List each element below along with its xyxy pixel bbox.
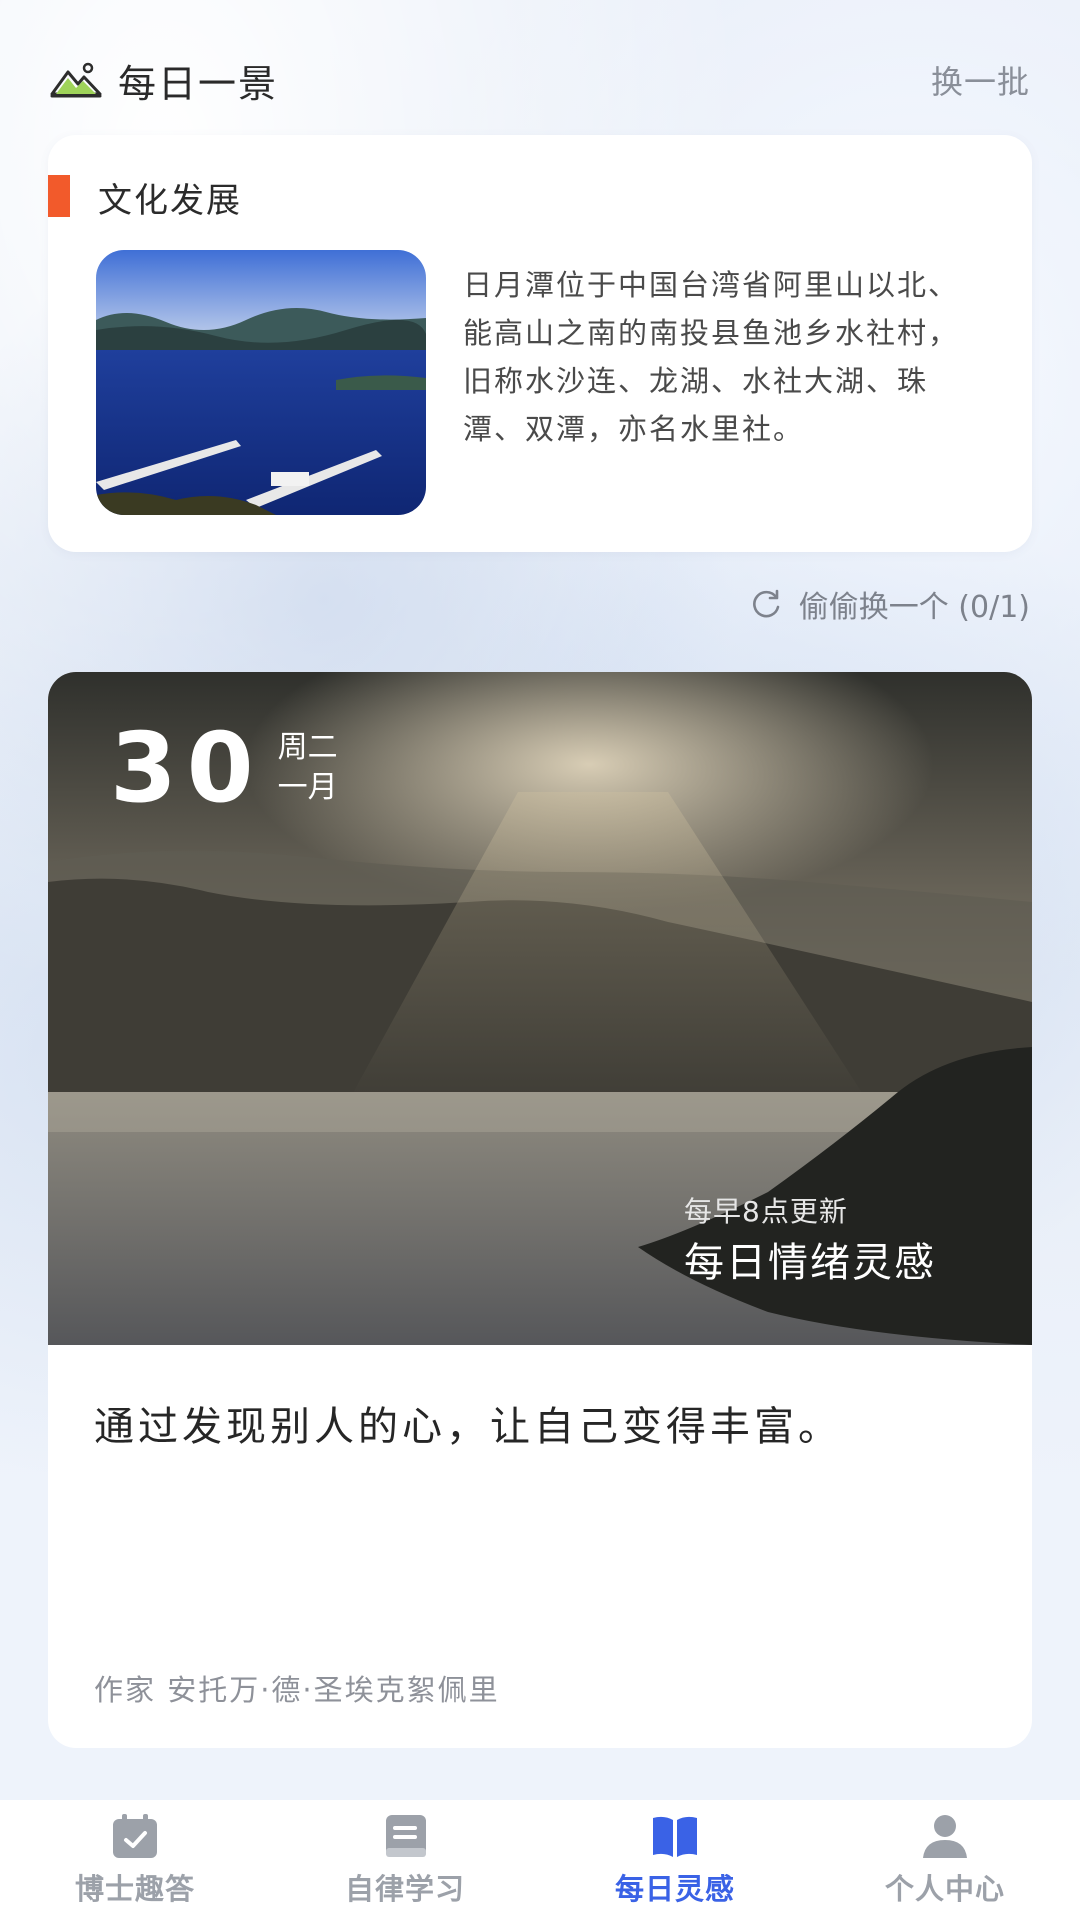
section-header: 每日一景 换一批	[50, 50, 1030, 110]
tab-label: 个人中心	[884, 1872, 1005, 1906]
book-icon	[386, 1815, 426, 1857]
scene-card[interactable]: 文化发展 日月潭位于中国台湾省阿里山以北、能高山之南的南投县鱼池乡水社村，旧称水…	[48, 135, 1032, 552]
date-day: 30	[110, 712, 264, 824]
section-title: 每日一景	[118, 61, 279, 106]
refresh-icon	[752, 589, 780, 618]
inspiration-title: 每日情绪灵感	[684, 1240, 936, 1286]
date-month: 一月	[277, 770, 338, 805]
tab-label: 每日灵感	[614, 1872, 735, 1906]
calendar-check-icon	[113, 1814, 157, 1858]
scene-description: 日月潭位于中国台湾省阿里山以北、能高山之南的南投县鱼池乡水社村，旧称水沙连、龙湖…	[463, 268, 960, 446]
mountain-icon	[50, 62, 102, 98]
date-display: 30 周二 一月	[110, 712, 338, 824]
bottom-tabbar: 博士趣答 自律学习 每日灵感 个人中心	[0, 1800, 1080, 1920]
tab-profile[interactable]: 个人中心	[810, 1800, 1080, 1920]
tab-self-study[interactable]: 自律学习	[270, 1800, 540, 1920]
tab-label: 博士趣答	[74, 1872, 195, 1906]
inspiration-card[interactable]: 30 周二 一月 每早8点更新 每日情绪灵感 通过发现别人的心，让自己变得丰富。…	[48, 672, 1032, 1748]
daily-quote: 通过发现别人的心，让自己变得丰富。	[94, 1404, 842, 1450]
quote-author: 作家 安托万·德·圣埃克絮佩里	[94, 1673, 500, 1707]
category-title: 文化发展	[98, 181, 242, 221]
lake-photo[interactable]	[96, 250, 426, 515]
refresh-batch-button[interactable]: 换一批	[931, 57, 1030, 103]
update-note: 每早8点更新	[684, 1195, 848, 1228]
tab-daily-inspiration[interactable]: 每日灵感	[540, 1800, 810, 1920]
tab-doctor-answers[interactable]: 博士趣答	[0, 1800, 270, 1920]
category-accent-bar	[48, 175, 70, 217]
tab-label: 自律学习	[344, 1872, 465, 1906]
swap-one-button[interactable]: 偷偷换一个 (0/1)	[680, 582, 1030, 626]
date-weekday: 周二	[277, 730, 338, 765]
swap-one-label: 偷偷换一个 (0/1)	[798, 590, 1030, 625]
open-book-icon	[653, 1816, 697, 1857]
user-icon	[923, 1815, 967, 1858]
